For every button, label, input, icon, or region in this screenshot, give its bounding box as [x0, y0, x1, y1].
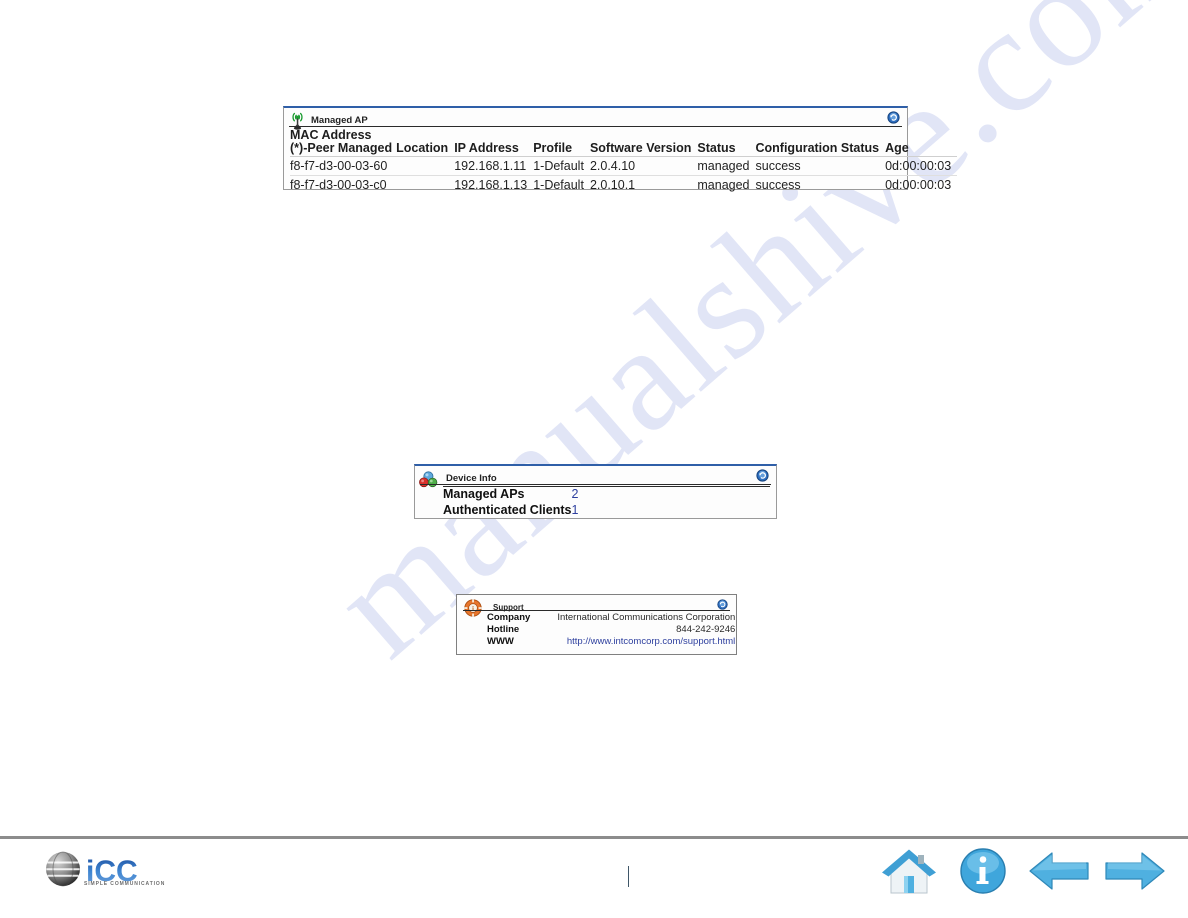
list-item: Hotline 844-242-9246	[487, 624, 735, 636]
support-value-hotline: 844-242-9246	[676, 624, 736, 635]
col-mac-address: MAC Address (*)-Peer Managed	[290, 129, 396, 157]
table-row[interactable]: f8-f7-d3-00-03-c0 192.168.1.13 1-Default…	[290, 175, 958, 194]
icc-logo-tagline: SIMPLE COMMUNICATION	[84, 881, 166, 887]
device-info-label: Managed APs	[443, 487, 525, 501]
cell-location	[396, 156, 455, 176]
device-info-value: 1	[571, 503, 579, 517]
forward-arrow-icon[interactable]	[1104, 845, 1166, 902]
list-item: WWW http://www.intcomcorp.com/support.ht…	[487, 636, 735, 648]
col-software-version: Software Version	[589, 141, 692, 155]
cell-profile: 1-Default	[533, 175, 590, 194]
icc-logo: iCC SIMPLE COMMUNICATION	[44, 848, 194, 894]
cell-location	[396, 175, 455, 194]
cell-status: managed	[697, 175, 756, 194]
col-location: Location	[396, 141, 449, 155]
refresh-icon[interactable]	[756, 469, 769, 482]
list-item: Company International Communications Cor…	[487, 612, 735, 624]
list-item: Managed APs 2	[443, 486, 578, 502]
device-info-panel: Device Info Managed APs 2 Authenticated …	[414, 464, 777, 519]
support-title-row: Support	[463, 597, 730, 612]
device-info-label: Authenticated Clients	[443, 503, 572, 517]
footer-navigation	[880, 845, 1165, 903]
col-age: Age	[885, 141, 909, 155]
managed-ap-title: Managed AP	[311, 115, 368, 126]
support-value-company: International Communications Corporation	[557, 612, 736, 623]
cell-profile: 1-Default	[533, 156, 590, 176]
cell-ip-address: 192.168.1.11	[454, 156, 534, 176]
cell-age: 0d:00:00:03	[885, 175, 958, 194]
device-info-divider	[443, 486, 770, 487]
col-configuration-status: Configuration Status	[755, 141, 880, 155]
refresh-icon[interactable]	[887, 111, 900, 124]
cell-mac-address[interactable]: f8-f7-d3-00-03-60	[290, 156, 397, 176]
managed-ap-panel: Managed AP MAC Address (*)-Peer Managed …	[283, 106, 958, 194]
info-icon[interactable]	[959, 845, 1007, 902]
support-title: Support	[493, 603, 524, 612]
table-row[interactable]: f8-f7-d3-00-03-60 192.168.1.11 1-Default…	[290, 156, 958, 176]
footer-separator-tick	[628, 866, 629, 887]
col-status: Status	[697, 141, 736, 155]
watermark-text: manualshive.com	[301, 0, 1188, 688]
cell-software-version: 2.0.4.10	[589, 156, 698, 176]
cell-software-version: 2.0.10.1	[589, 175, 698, 194]
device-info-title-row: Device Info	[420, 468, 771, 485]
device-info-table: Managed APs 2 Authenticated Clients 1	[443, 486, 578, 518]
device-info-value: 2	[571, 487, 579, 501]
cell-mac-address[interactable]: f8-f7-d3-00-03-c0	[290, 175, 397, 194]
cell-configuration-status: success	[755, 175, 886, 194]
col-ip-address: IP Address	[454, 141, 519, 155]
support-label-hotline: Hotline	[487, 624, 520, 635]
support-panel: i Support Company International Communic…	[456, 594, 737, 655]
col-profile: Profile	[533, 141, 573, 155]
managed-ap-title-row: Managed AP	[289, 110, 902, 127]
support-label-www: WWW	[487, 636, 514, 647]
table-header-row: MAC Address (*)-Peer Managed Location IP…	[290, 129, 957, 157]
managed-ap-table: MAC Address (*)-Peer Managed Location IP…	[290, 129, 958, 194]
cell-ip-address: 192.168.1.13	[454, 175, 534, 194]
icc-logo-mark: iCC	[46, 851, 138, 888]
list-item: Authenticated Clients 1	[443, 502, 578, 518]
footer-divider	[0, 836, 1188, 839]
cell-status: managed	[697, 156, 756, 176]
col-mac-address-line2: (*)-Peer Managed	[290, 141, 393, 155]
device-info-title: Device Info	[446, 473, 497, 484]
cell-configuration-status: success	[755, 156, 886, 176]
refresh-icon[interactable]	[717, 597, 728, 610]
back-arrow-icon[interactable]	[1028, 845, 1090, 902]
support-link-www[interactable]: http://www.intcomcorp.com/support.html	[530, 636, 735, 648]
support-table: Company International Communications Cor…	[487, 612, 735, 648]
cell-age: 0d:00:00:03	[885, 156, 958, 176]
support-label-company: Company	[487, 612, 531, 623]
home-icon[interactable]	[880, 845, 938, 902]
